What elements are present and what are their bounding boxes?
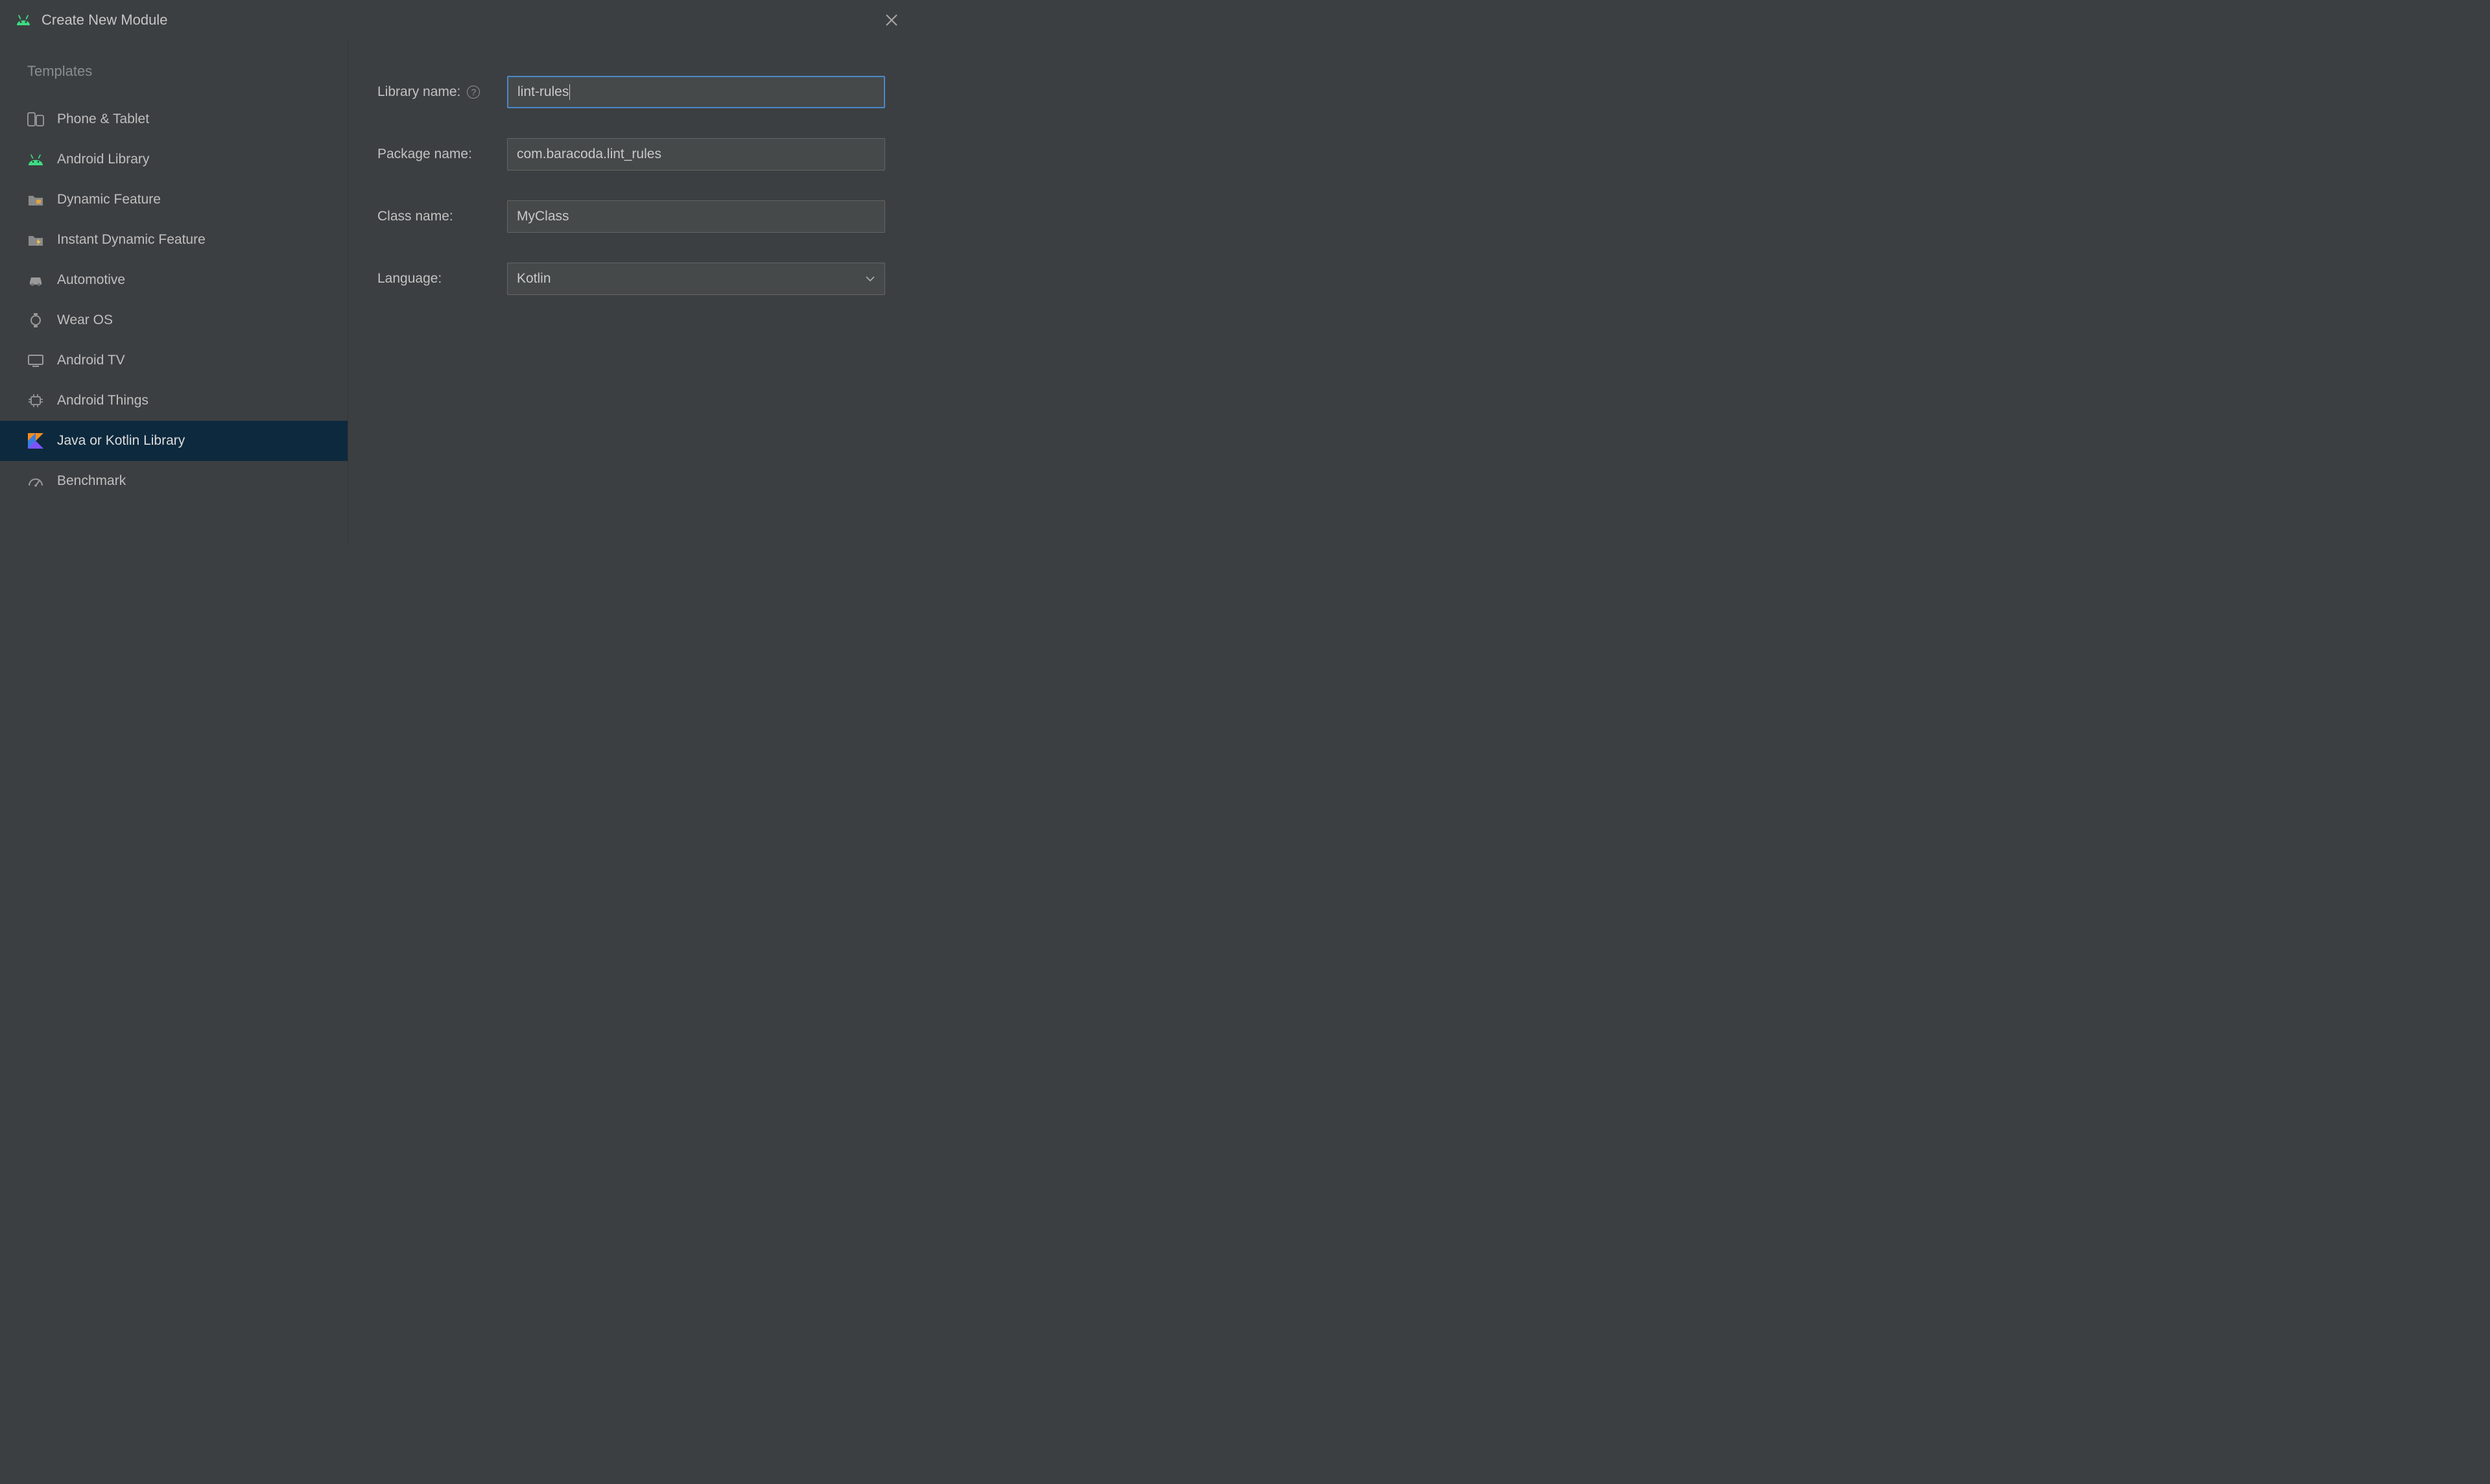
- template-benchmark[interactable]: Benchmark: [0, 461, 348, 501]
- templates-header: Templates: [0, 63, 348, 99]
- template-automotive[interactable]: Automotive: [0, 260, 348, 300]
- template-label: Instant Dynamic Feature: [57, 232, 206, 248]
- android-icon: [14, 12, 32, 28]
- kotlin-icon: [27, 432, 44, 449]
- library-name-label: Library name:: [377, 84, 460, 100]
- template-label: Android TV: [57, 353, 125, 368]
- help-icon[interactable]: ?: [467, 86, 480, 99]
- language-label: Language:: [377, 271, 442, 287]
- text-cursor: [569, 84, 570, 100]
- row-library-name: Library name: ? lint-rules: [377, 76, 885, 108]
- row-language: Language: Kotlin: [377, 263, 885, 295]
- dialog-body: Templates Phone & Tablet: [0, 40, 914, 545]
- template-list: Phone & Tablet Android Library: [0, 99, 348, 501]
- template-phone-tablet[interactable]: Phone & Tablet: [0, 99, 348, 139]
- form-area: Library name: ? lint-rules Package name:…: [348, 40, 914, 545]
- android-icon: [27, 151, 44, 168]
- row-class-name: Class name: MyClass: [377, 200, 885, 233]
- benchmark-icon: [27, 473, 44, 489]
- package-name-value: com.baracoda.lint_rules: [517, 147, 661, 162]
- library-name-field[interactable]: lint-rules: [507, 76, 885, 108]
- class-name-field[interactable]: MyClass: [507, 200, 885, 233]
- template-label: Java or Kotlin Library: [57, 433, 185, 449]
- language-select[interactable]: Kotlin: [507, 263, 885, 295]
- library-name-value: lint-rules: [517, 84, 569, 100]
- template-dynamic-feature[interactable]: Dynamic Feature: [0, 180, 348, 220]
- instant-dynamic-feature-icon: [27, 231, 44, 248]
- template-android-tv[interactable]: Android TV: [0, 340, 348, 381]
- watch-icon: [27, 312, 44, 329]
- titlebar: Create New Module: [0, 0, 914, 40]
- close-button[interactable]: [883, 12, 900, 29]
- chip-icon: [27, 392, 44, 409]
- template-android-library[interactable]: Android Library: [0, 139, 348, 180]
- template-label: Android Things: [57, 393, 148, 408]
- class-name-label: Class name:: [377, 209, 453, 224]
- package-name-label: Package name:: [377, 147, 472, 162]
- templates-sidebar: Templates Phone & Tablet: [0, 40, 348, 545]
- class-name-value: MyClass: [517, 209, 569, 224]
- template-instant-dynamic-feature[interactable]: Instant Dynamic Feature: [0, 220, 348, 260]
- phone-tablet-icon: [27, 111, 44, 128]
- template-label: Benchmark: [57, 473, 126, 489]
- template-label: Phone & Tablet: [57, 112, 149, 127]
- language-value: Kotlin: [517, 271, 551, 287]
- template-android-things[interactable]: Android Things: [0, 381, 348, 421]
- row-package-name: Package name: com.baracoda.lint_rules: [377, 138, 885, 171]
- dialog-title: Create New Module: [42, 12, 167, 29]
- tv-icon: [27, 352, 44, 369]
- car-icon: [27, 272, 44, 289]
- template-label: Dynamic Feature: [57, 192, 161, 207]
- template-java-kotlin-library[interactable]: Java or Kotlin Library: [0, 421, 348, 461]
- template-label: Wear OS: [57, 312, 113, 328]
- package-name-field[interactable]: com.baracoda.lint_rules: [507, 138, 885, 171]
- dynamic-feature-icon: [27, 191, 44, 208]
- template-label: Automotive: [57, 272, 125, 288]
- template-label: Android Library: [57, 152, 149, 167]
- template-wear-os[interactable]: Wear OS: [0, 300, 348, 340]
- create-new-module-dialog: Create New Module Templates Phone: [0, 0, 914, 545]
